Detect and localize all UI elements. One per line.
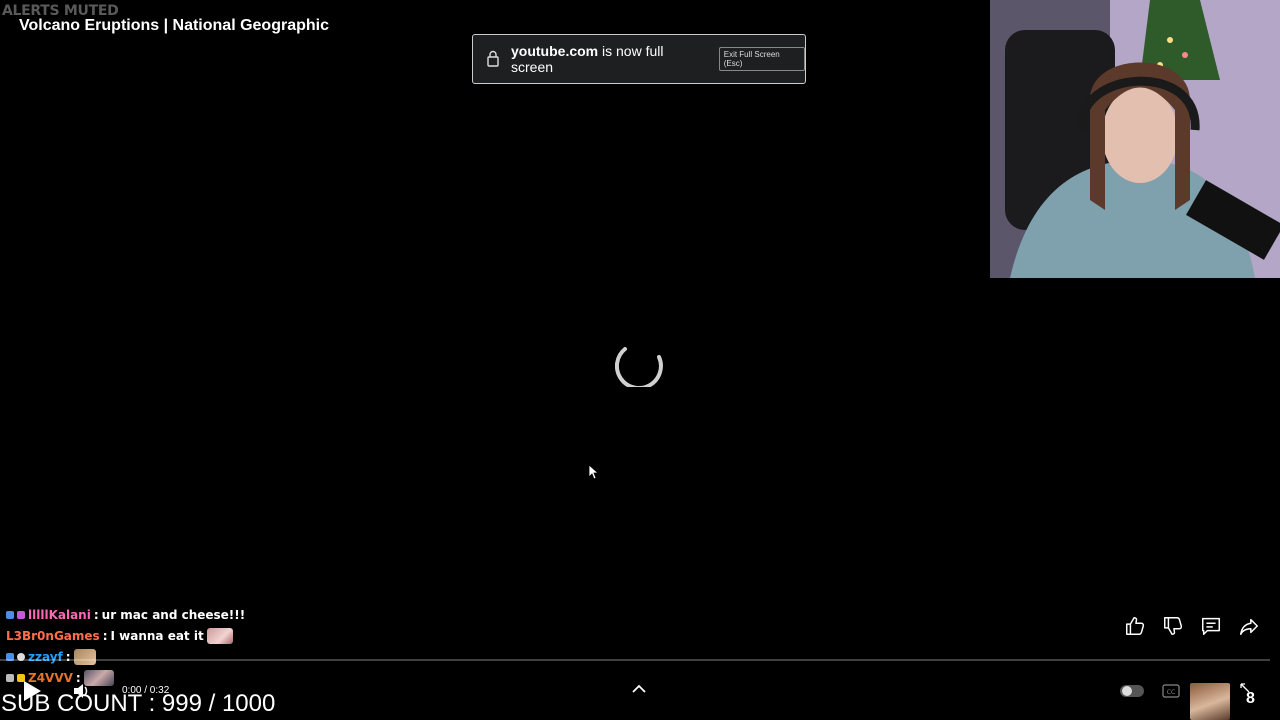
fullscreen-message: youtube.com is now full screen (511, 43, 708, 75)
lock-icon (486, 50, 500, 68)
chevron-up-icon[interactable] (632, 684, 646, 694)
emote-icon (206, 627, 233, 644)
chat-text: I wanna eat it (110, 628, 204, 643)
emote-icon (73, 648, 96, 665)
video-actions (1124, 615, 1260, 637)
webcam-thumbnail (1190, 683, 1230, 720)
share-icon[interactable] (1238, 615, 1260, 637)
exit-fullscreen-button[interactable]: Exit Full Screen (Esc) (718, 47, 805, 71)
chat-message: lllllKalani: ur mac and cheese!!! (6, 604, 245, 625)
fullscreen-notice: youtube.com is now full screen Exit Full… (472, 34, 806, 84)
video-title[interactable]: Volcano Eruptions | National Geographic (19, 17, 329, 35)
pause-icon (1122, 686, 1132, 696)
svg-text:CC: CC (1167, 689, 1175, 696)
loading-spinner-icon (615, 347, 663, 387)
chat-message: L3Br0nGames: I wanna eat it (6, 625, 245, 646)
cc-icon[interactable]: CC (1162, 684, 1180, 698)
chat-text: ur mac and cheese!!! (101, 607, 246, 622)
chat-username: zzayf (28, 649, 63, 664)
fullscreen-domain: youtube.com (511, 43, 599, 59)
chat-badge-icon (6, 610, 14, 619)
chat-message: zzayf: (6, 646, 245, 667)
chat-username: lllllKalani (28, 607, 91, 622)
progress-bar[interactable] (0, 659, 1270, 661)
sub-count-overlay: SUB COUNT : 999 / 1000 (1, 690, 276, 717)
comment-icon[interactable] (1200, 615, 1222, 637)
corner-counter: 8 (1246, 690, 1255, 707)
chat-badge-icon (17, 610, 25, 619)
webcam-overlay (990, 0, 1280, 278)
thumbs-up-icon[interactable] (1124, 615, 1146, 637)
chat-username: L3Br0nGames (6, 628, 100, 643)
thumbs-down-icon[interactable] (1162, 615, 1184, 637)
mouse-cursor-icon (588, 464, 598, 480)
